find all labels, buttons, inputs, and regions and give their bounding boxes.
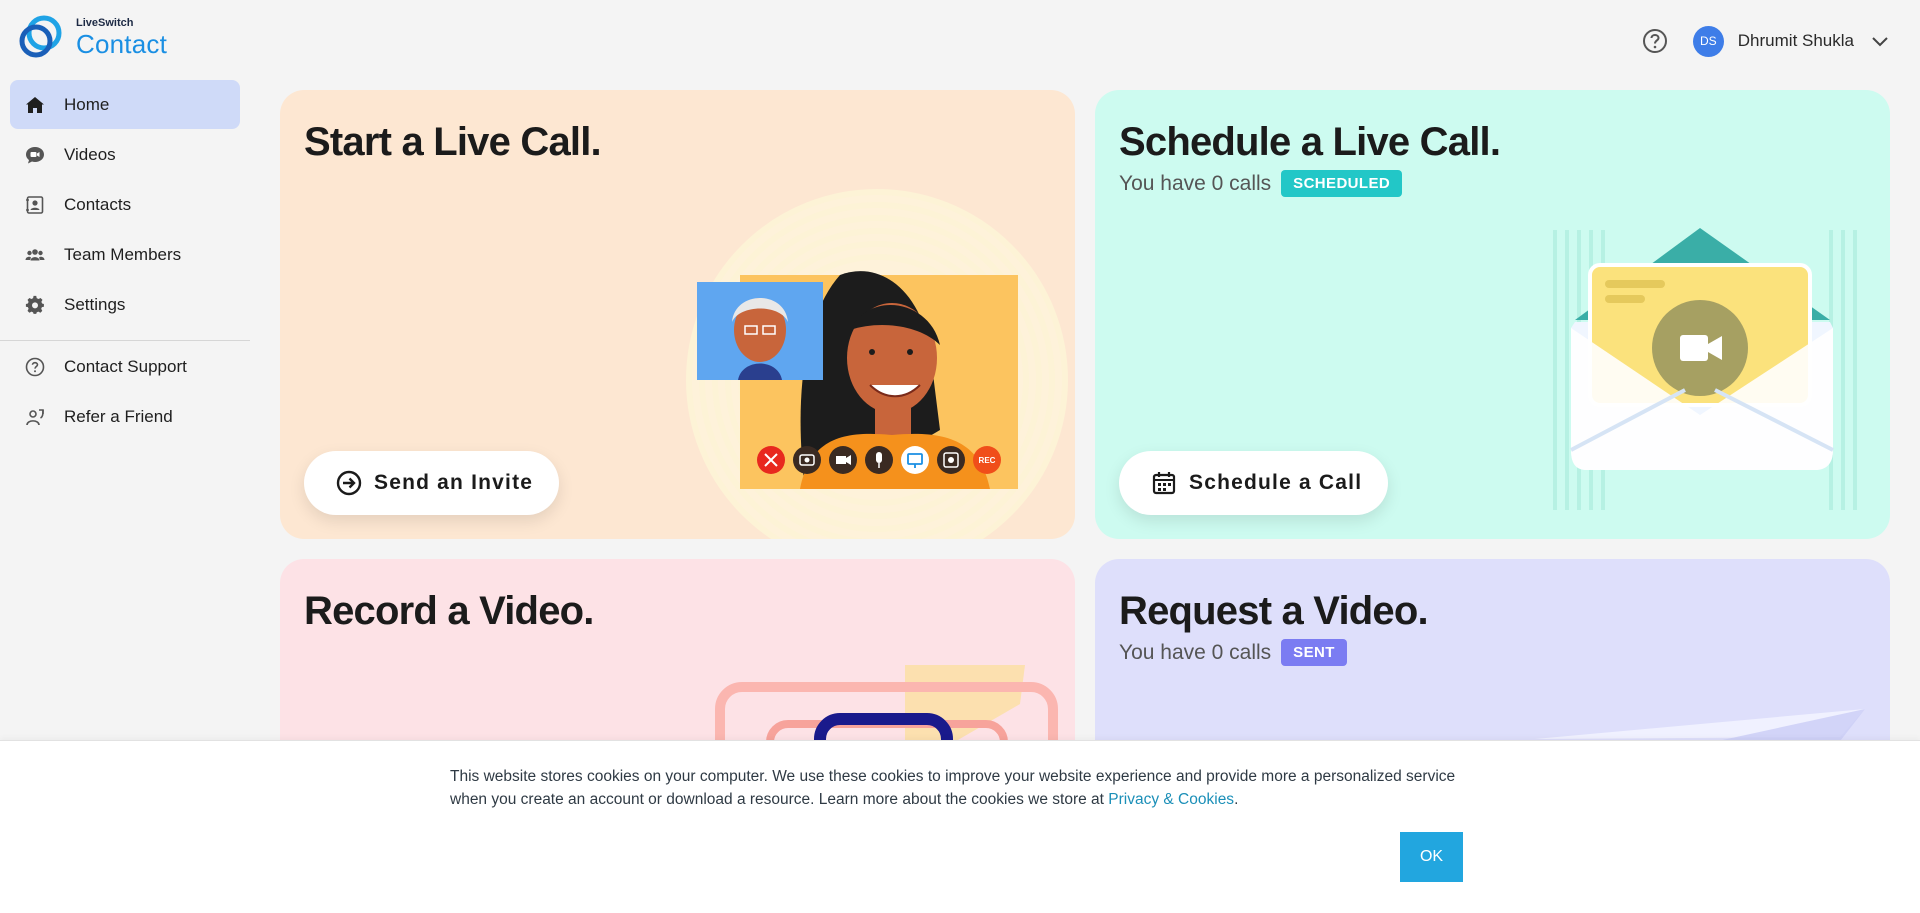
cookie-banner: This website stores cookies on your comp… (0, 740, 1920, 913)
help-circle-icon (24, 356, 46, 378)
help-icon[interactable] (1641, 27, 1669, 55)
main-nav: Home Videos Contacts Team Members Settin… (10, 80, 240, 330)
chevron-down-icon[interactable] (1870, 31, 1890, 51)
gear-icon (24, 294, 46, 316)
privacy-cookies-link[interactable]: Privacy & Cookies (1108, 791, 1234, 808)
cookie-ok-button[interactable]: OK (1400, 832, 1463, 882)
contacts-icon (24, 194, 46, 216)
sidebar-item-label: Home (64, 94, 110, 114)
liveswitch-logo-icon (19, 15, 62, 58)
send-invite-button[interactable]: Send an Invite (304, 451, 560, 515)
sidebar-item-contact-support[interactable]: Contact Support (10, 342, 240, 391)
schedule-call-card[interactable]: Schedule a Live Call. You have 0 calls S… (1095, 90, 1890, 539)
logo-big-text: Contact (76, 28, 168, 59)
sidebar-item-contacts[interactable]: Contacts (10, 180, 240, 229)
send-invite-label: Send an Invite (374, 471, 534, 494)
schedule-call-button[interactable]: Schedule a Call (1119, 451, 1389, 515)
sidebar-item-label: Settings (64, 294, 126, 314)
avatar[interactable]: DS (1692, 25, 1724, 57)
cookie-text: This website stores cookies on your comp… (450, 765, 1460, 811)
refer-icon (24, 406, 46, 428)
sidebar-item-label: Refer a Friend (64, 406, 173, 426)
calendar-icon (1152, 472, 1176, 495)
live-call-card[interactable]: Start a Live Call. REC Send an Invite (280, 90, 1075, 539)
sidebar-item-home[interactable]: Home (10, 80, 240, 129)
schedule-call-label: Schedule a Call (1189, 471, 1363, 494)
sidebar-item-refer-a-friend[interactable]: Refer a Friend (10, 392, 240, 441)
team-icon (24, 244, 46, 266)
cookie-message: This website stores cookies on your comp… (450, 768, 1456, 808)
secondary-nav: Contact Support Refer a Friend (10, 342, 240, 442)
user-header: DS Dhrumit Shukla (1641, 24, 1890, 58)
home-icon (24, 94, 46, 116)
sidebar-item-label: Contact Support (64, 356, 187, 376)
sidebar-item-settings[interactable]: Settings (10, 280, 240, 329)
sidebar-item-label: Team Members (64, 244, 182, 264)
sidebar-item-label: Contacts (64, 194, 132, 214)
sidebar-item-team-members[interactable]: Team Members (10, 230, 240, 279)
arrow-right-circle-icon (336, 470, 362, 496)
cookie-period: . (1234, 791, 1239, 808)
user-name[interactable]: Dhrumit Shukla (1738, 31, 1854, 51)
video-chat-icon (24, 144, 46, 166)
sidebar-item-label: Videos (64, 144, 116, 164)
logo-small-text: LiveSwitch (76, 16, 134, 29)
nav-divider (0, 340, 250, 341)
rec-label: REC (979, 456, 996, 465)
sidebar-item-videos[interactable]: Videos (10, 130, 240, 179)
logo[interactable]: LiveSwitch Contact (18, 13, 167, 61)
